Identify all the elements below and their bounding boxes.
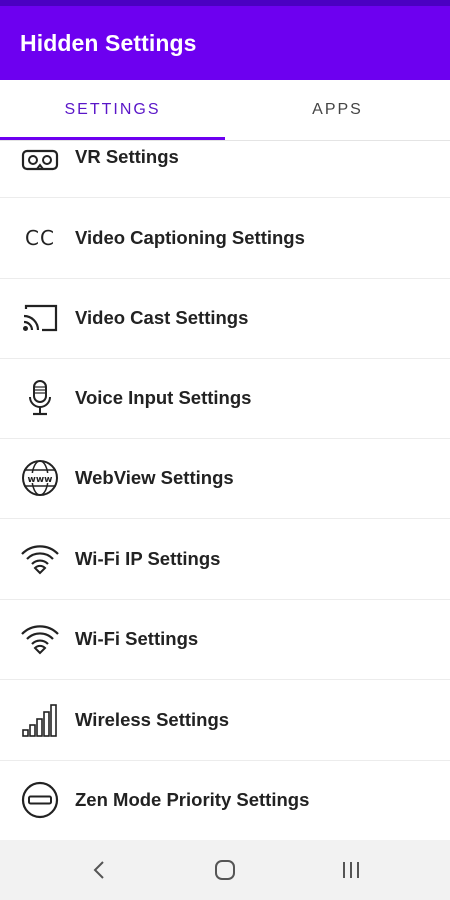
app-bar: Hidden Settings (0, 6, 450, 80)
list-item-vr-settings[interactable]: VR Settings (0, 141, 450, 198)
list-item-wifi-ip-settings[interactable]: Wi-Fi IP Settings (0, 519, 450, 600)
list-item-label: Video Captioning Settings (75, 227, 305, 248)
list-item-wireless-settings[interactable]: Wireless Settings (0, 680, 450, 761)
app-title: Hidden Settings (20, 30, 197, 56)
list-item-video-cast-settings[interactable]: Video Cast Settings (0, 278, 450, 359)
closed-caption-icon: CC (20, 218, 60, 258)
settings-list[interactable]: VR Settings CC Video Captioning Settings… (0, 141, 450, 840)
list-item-label: VR Settings (75, 146, 179, 167)
recents-icon[interactable] (321, 850, 381, 890)
signal-bars-icon (20, 700, 60, 740)
tab-apps[interactable]: APPS (225, 80, 450, 140)
list-item-label: Wi-Fi Settings (75, 628, 199, 649)
list-item-zen-mode-priority-settings[interactable]: Zen Mode Priority Settings (0, 760, 450, 840)
globe-www-icon: www (20, 458, 60, 498)
list-item-voice-input-settings[interactable]: Voice Input Settings (0, 358, 450, 439)
list-item-webview-settings[interactable]: www WebView Settings (0, 438, 450, 519)
list-item-video-captioning-settings[interactable]: CC Video Captioning Settings (0, 198, 450, 279)
tab-bar: SETTINGS APPS (0, 80, 450, 141)
home-icon[interactable] (195, 850, 255, 890)
list-item-label: Zen Mode Priority Settings (75, 789, 310, 810)
list-item-label: Voice Input Settings (75, 387, 252, 408)
do-not-disturb-icon (20, 780, 60, 820)
wifi-icon (20, 619, 60, 659)
wifi-icon (20, 539, 60, 579)
cast-icon (20, 298, 60, 338)
list-item-label: Video Cast Settings (75, 307, 249, 328)
closed-caption-icon-text: CC (25, 226, 55, 250)
back-icon[interactable] (70, 850, 130, 890)
microphone-icon (20, 378, 60, 418)
list-item-label: WebView Settings (75, 467, 234, 488)
list-item-label: Wi-Fi IP Settings (75, 548, 221, 569)
tab-indicator (0, 137, 225, 140)
vr-headset-icon (20, 141, 60, 177)
globe-www-icon-text: www (28, 475, 53, 485)
list-item-wifi-settings[interactable]: Wi-Fi Settings (0, 599, 450, 680)
tab-settings[interactable]: SETTINGS (0, 80, 225, 140)
navigation-bar (0, 840, 450, 900)
list-item-label: Wireless Settings (75, 709, 230, 730)
